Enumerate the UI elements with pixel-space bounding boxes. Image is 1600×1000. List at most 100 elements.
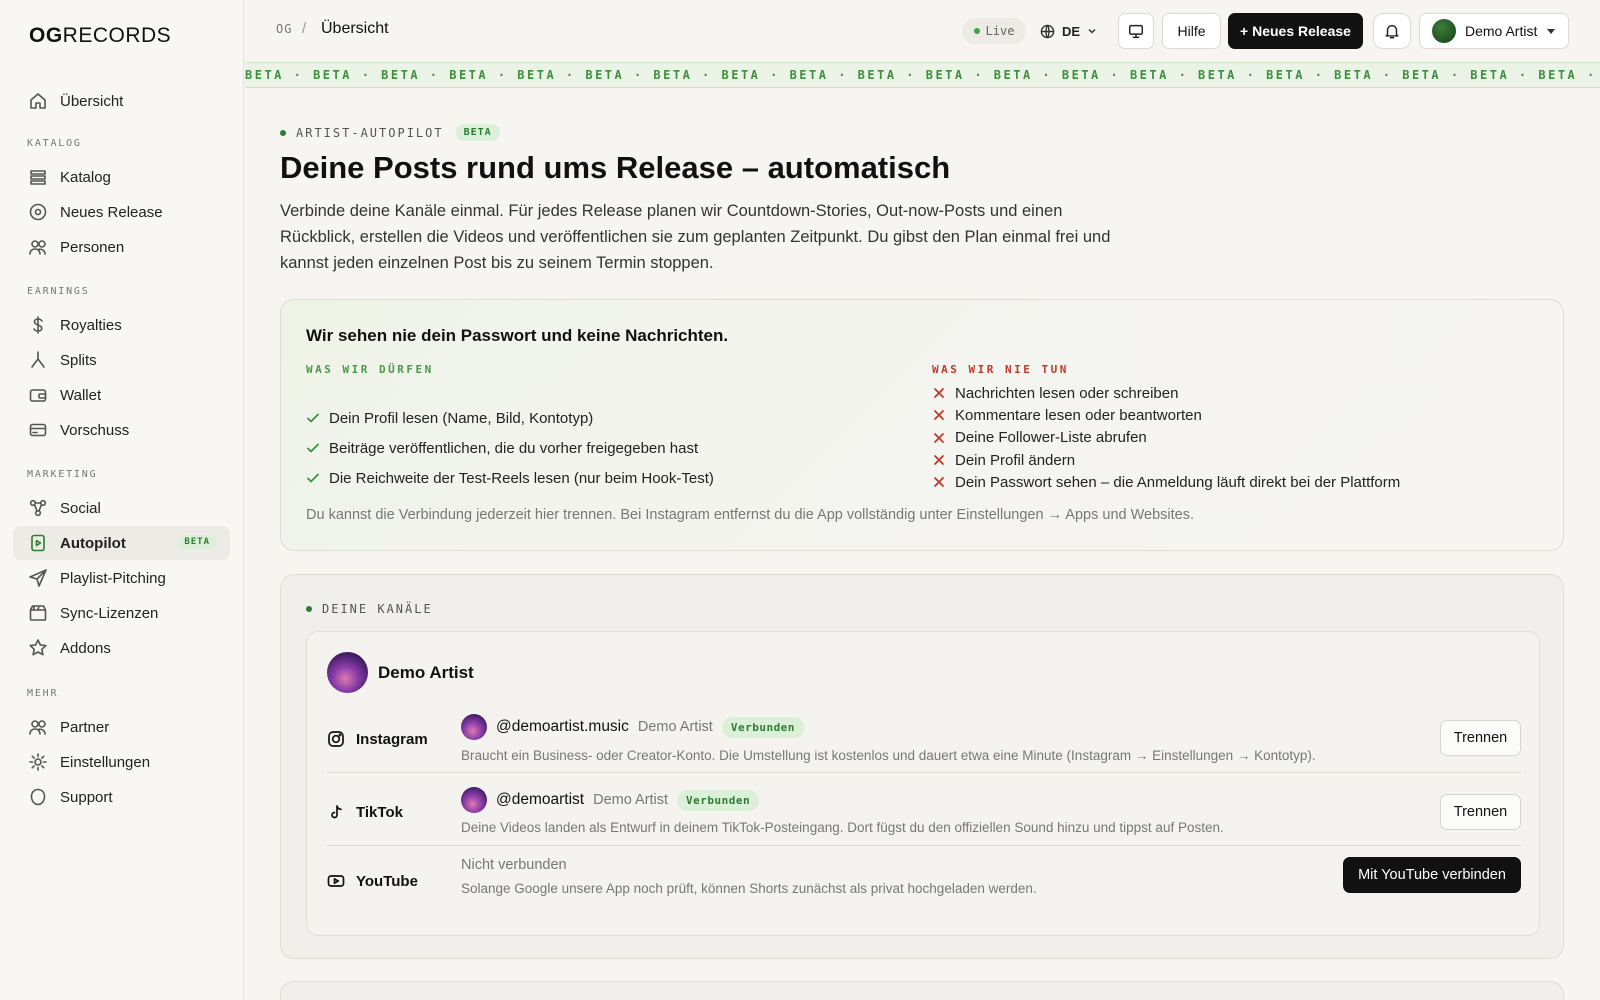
platform-label: Instagram: [327, 730, 428, 748]
never-item-text: Dein Profil ändern: [955, 451, 1076, 469]
account-info: @demoartist Demo Artist Verbunden: [461, 787, 760, 813]
live-dot-icon: [973, 28, 980, 34]
connect-youtube-button[interactable]: Mit YouTube verbinden: [1343, 857, 1521, 893]
never-item: Deine Follower-Liste abrufen: [932, 427, 1400, 449]
send-icon: [28, 568, 48, 588]
sidebar-section-marketing: MARKETING: [27, 469, 98, 480]
sidebar-item-label: Wallet: [60, 386, 102, 404]
sidebar-item-label: Addons: [60, 639, 111, 657]
sidebar-item-neues-release[interactable]: Neues Release: [13, 195, 230, 229]
allowed-item: Beiträge veröffentlichen, die du vorher …: [306, 433, 714, 463]
x-icon: [932, 475, 946, 489]
dollar-icon: [28, 315, 48, 335]
allowed-item-text: Die Reichweite der Test-Reels lesen (nur…: [329, 469, 714, 487]
sidebar-item-vorschuss[interactable]: Vorschuss: [13, 413, 230, 447]
people-icon: [28, 237, 48, 257]
sidebar-item-label: Neues Release: [60, 203, 163, 221]
sidebar-item-royalties[interactable]: Royalties: [13, 308, 230, 342]
sidebar-item-label: Playlist-Pitching: [60, 569, 166, 587]
bell-icon: [1385, 24, 1399, 39]
top-header: OG / Übersicht Live DE Hilfe + Neues Rel…: [245, 0, 1600, 62]
never-item: Dein Profil ändern: [932, 449, 1400, 471]
disconnect-tiktok-button[interactable]: Trennen: [1440, 794, 1521, 830]
sidebar-item-splits[interactable]: Splits: [13, 343, 230, 377]
display-mode-button[interactable]: [1118, 13, 1154, 49]
card-icon: [28, 420, 48, 440]
monitor-icon: [1128, 24, 1144, 39]
platform-name: Instagram: [356, 730, 428, 748]
new-release-button[interactable]: + Neues Release: [1228, 13, 1363, 49]
autopilot-icon: [28, 533, 48, 553]
sidebar-item-personen[interactable]: Personen: [13, 230, 230, 264]
sidebar-item-label: Autopilot: [60, 534, 126, 552]
channel-note: Braucht ein Business- oder Creator-Konto…: [461, 748, 1316, 763]
account-display-name: Demo Artist: [593, 792, 669, 808]
sidebar-item-addons[interactable]: Addons: [13, 631, 230, 665]
beta-badge: BETA: [455, 124, 500, 141]
check-icon: [306, 441, 320, 455]
x-icon: [932, 431, 946, 445]
channels-card: DEINE KANÄLE Demo Artist Instagram @demo…: [280, 574, 1564, 959]
disconnect-instagram-button[interactable]: Trennen: [1440, 720, 1521, 756]
home-icon: [28, 91, 48, 111]
sidebar-item-einstellungen[interactable]: Einstellungen: [13, 745, 230, 779]
support-icon: [28, 787, 48, 807]
connection-status: Nicht verbunden: [461, 857, 567, 873]
sidebar-item-partner[interactable]: Partner: [13, 710, 230, 744]
page-eyebrow: ARTIST-AUTOPILOT BETA: [280, 124, 500, 141]
split-icon: [28, 350, 48, 370]
sidebar-item-label: Social: [60, 499, 101, 517]
account-info: @demoartist.music Demo Artist Verbunden: [461, 714, 804, 740]
never-item-text: Deine Follower-Liste abrufen: [955, 429, 1147, 447]
sidebar-item-sync-lizenzen[interactable]: Sync-Lizenzen: [13, 596, 230, 630]
wallet-icon: [28, 385, 48, 405]
sidebar-item-label: Partner: [60, 718, 110, 736]
star-icon: [28, 638, 48, 658]
channels-eyebrow: DEINE KANÄLE: [306, 602, 433, 616]
user-menu-button[interactable]: Demo Artist: [1419, 13, 1569, 49]
live-label: Live: [985, 24, 1015, 38]
help-button[interactable]: Hilfe: [1162, 13, 1221, 49]
caret-down-icon: [1547, 28, 1556, 34]
partner-icon: [28, 717, 48, 737]
sidebar-item-label: Vorschuss: [60, 421, 130, 439]
never-item-text: Kommentare lesen oder beantworten: [955, 406, 1202, 424]
account-handle: @demoartist.music: [496, 718, 629, 735]
platform-label: YouTube: [327, 872, 418, 890]
page-description: Verbinde deine Kanäle einmal. Für jedes …: [280, 202, 1111, 272]
sidebar-item-katalog[interactable]: Katalog: [13, 160, 230, 194]
breadcrumb-root[interactable]: OG: [276, 22, 292, 36]
sidebar-item-social[interactable]: Social: [13, 491, 230, 525]
channel-row-youtube: YouTube Nicht verbunden Solange Google u…: [327, 857, 1521, 910]
sidebar-item-support[interactable]: Support: [13, 780, 230, 814]
platform-name: YouTube: [356, 872, 418, 890]
sidebar-section-katalog: KATALOG: [27, 138, 82, 149]
x-icon: [932, 386, 946, 400]
sidebar-item-wallet[interactable]: Wallet: [13, 378, 230, 412]
disc-icon: [28, 202, 48, 222]
sidebar-item-label: Einstellungen: [60, 753, 151, 771]
breadcrumb-separator: /: [302, 20, 307, 37]
platform-label: TikTok: [327, 803, 403, 821]
language-selector[interactable]: DE: [1040, 20, 1105, 42]
logo[interactable]: OGRECORDS: [29, 24, 171, 48]
sidebar-item-autopilot[interactable]: Autopilot BETA: [13, 526, 230, 560]
sidebar-item-label: Splits: [60, 351, 97, 369]
never-item: Nachrichten lesen oder schreiben: [932, 382, 1400, 404]
never-heading: WAS WIR NIE TUN: [932, 363, 1069, 376]
account-avatar: [461, 787, 487, 813]
channel-row-tiktok: TikTok @demoartist Demo Artist Verbunden…: [327, 785, 1521, 846]
never-item: Kommentare lesen oder beantworten: [932, 404, 1400, 426]
sidebar-item-uebersicht[interactable]: Übersicht: [13, 84, 230, 118]
channel-row-instagram: Instagram @demoartist.music Demo Artist …: [327, 712, 1521, 773]
notifications-button[interactable]: [1373, 13, 1411, 49]
x-icon: [932, 408, 946, 422]
allowed-list: Dein Profil lesen (Name, Bild, Kontotyp)…: [306, 403, 714, 493]
eyebrow-label: ARTIST-AUTOPILOT: [296, 125, 444, 140]
beta-badge: BETA: [178, 535, 216, 549]
sidebar-item-playlist-pitching[interactable]: Playlist-Pitching: [13, 561, 230, 595]
privacy-card: Wir sehen nie dein Passwort und keine Na…: [280, 299, 1564, 551]
tiktok-icon: [331, 805, 342, 819]
sidebar-item-label: Übersicht: [60, 92, 124, 110]
never-item-text: Dein Passwort sehen – die Anmeldung läuf…: [955, 473, 1401, 491]
